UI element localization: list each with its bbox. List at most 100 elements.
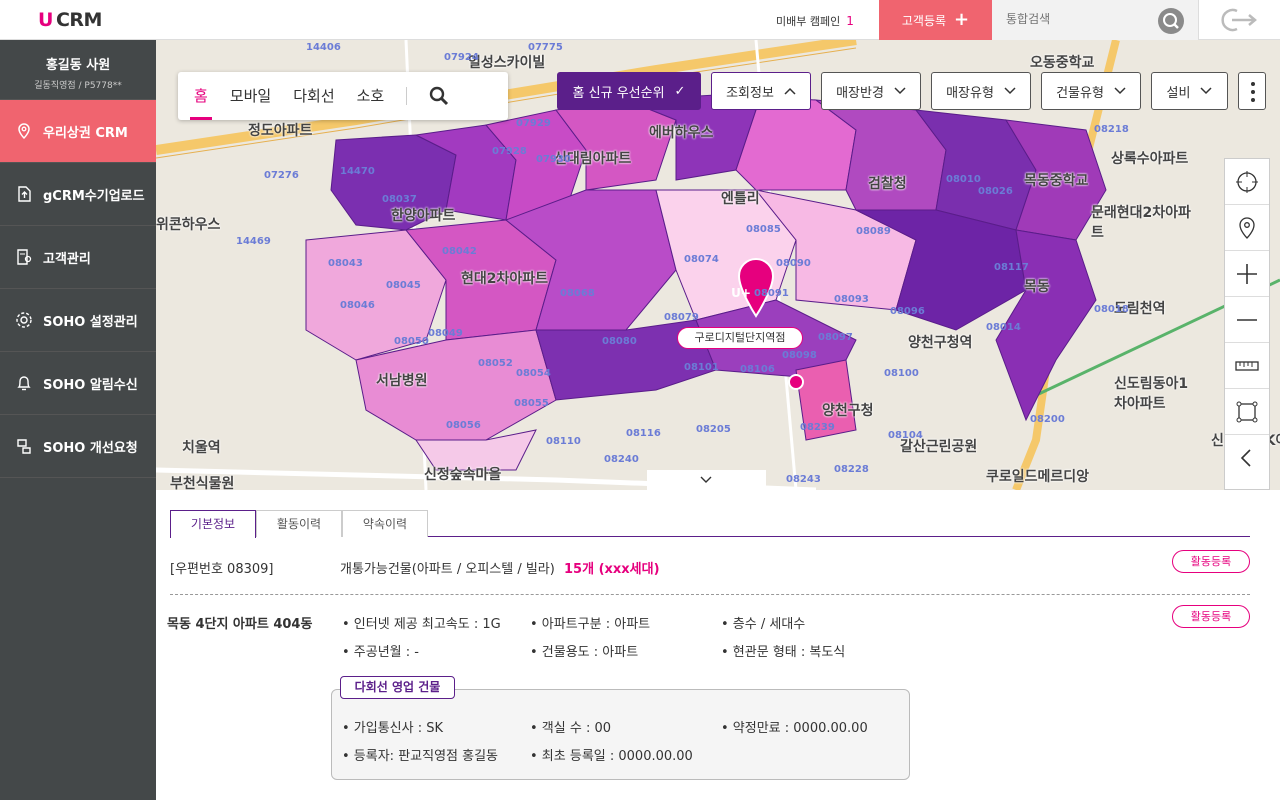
postal-code-label: 08091	[754, 288, 789, 299]
postal-code-label: 08218	[1094, 124, 1129, 135]
customer-doc-icon	[14, 247, 34, 267]
plus-icon	[1237, 263, 1257, 284]
more-options-button[interactable]	[1238, 72, 1266, 110]
search-icon	[430, 86, 449, 106]
marker-button[interactable]	[1225, 205, 1269, 251]
postal-code-label: 08200	[1030, 414, 1065, 425]
postal-code-label: 08056	[446, 420, 481, 431]
detail-entrance-type: • 현관문 형태 : 복도식	[721, 645, 846, 660]
minus-icon	[1237, 318, 1257, 321]
chevron-left-icon	[1240, 449, 1251, 467]
bell-icon	[14, 373, 34, 393]
map-place-label: 문래현대2차아파트	[1091, 205, 1191, 241]
postal-code-label: 08104	[888, 430, 923, 441]
tab-mobile[interactable]: 모바일	[230, 72, 271, 120]
store-type-dropdown[interactable]: 매장유형	[931, 72, 1031, 110]
chevron-down-icon	[700, 476, 712, 483]
activity-register-button[interactable]: 활동등록	[1172, 550, 1250, 573]
postal-code-label: 07276	[264, 170, 299, 181]
sidebar-item-area-crm[interactable]: 우리상권 CRM	[0, 100, 156, 163]
map-view[interactable]: 정도아파트 일성스카이빌 신대림아파트 에버하우스 엔틀리 한양아파트 현대2차…	[156, 40, 1280, 490]
map-search-button[interactable]	[427, 84, 451, 108]
ruler-icon	[1235, 360, 1259, 371]
equipment-dropdown[interactable]: 설비	[1151, 72, 1228, 110]
logo-text: CRM	[55, 9, 102, 31]
global-search-input[interactable]	[1006, 12, 1156, 26]
unassigned-campaign-link[interactable]: 미배부 캠페인 1	[776, 13, 854, 29]
postal-code-label: 08100	[884, 368, 919, 379]
postal-code-label: 08045	[386, 280, 421, 291]
tab-appointment-history[interactable]: 약속이력	[342, 510, 428, 537]
sidebar-item-soho-settings[interactable]: SOHO 설정관리	[0, 289, 156, 352]
postal-code-label: 14406	[306, 42, 341, 53]
location-pin-icon	[1239, 216, 1255, 239]
map-place-label: 부천식물원	[170, 476, 235, 490]
map-tool-strip	[1224, 158, 1270, 490]
tab-home[interactable]: 홈	[190, 72, 212, 120]
logout-button[interactable]	[1198, 0, 1280, 40]
current-location-button[interactable]	[1225, 159, 1269, 205]
postal-code-label: 08046	[340, 300, 375, 311]
postal-code-label: 08054	[516, 368, 551, 379]
collapse-panel-button[interactable]	[647, 470, 766, 490]
sidebar-item-label: SOHO 알림수신	[43, 377, 138, 393]
building-type-dropdown[interactable]: 건물유형	[1041, 72, 1141, 110]
detail-building-use: • 건물용도 : 아파트	[530, 645, 639, 660]
equipment-label: 설비	[1166, 85, 1191, 101]
store-marker-label: U+	[731, 286, 751, 300]
measure-distance-button[interactable]	[1225, 343, 1269, 389]
measure-area-button[interactable]	[1225, 389, 1269, 435]
logout-icon	[1221, 8, 1257, 32]
zoom-out-button[interactable]	[1225, 297, 1269, 343]
detail-tab-bar: 기본정보 활동이력 약속이력	[170, 510, 1250, 538]
sidebar-item-gcrm-upload[interactable]: gCRM수기업로드	[0, 163, 156, 226]
postal-code-label: 08110	[546, 436, 581, 447]
upload-file-icon	[14, 184, 34, 204]
map-tab-bar: 홈 모바일 다회선 소호	[178, 72, 508, 120]
store-name-label[interactable]: 구로디지털단지역점	[677, 327, 803, 349]
register-customer-button[interactable]: 고객등록 +	[879, 0, 992, 40]
postal-code-label: 08055	[514, 398, 549, 409]
zoom-in-button[interactable]	[1225, 251, 1269, 297]
section-divider	[170, 594, 1250, 595]
detail-internet-speed: • 인터넷 제공 최고속도 : 1G	[342, 617, 501, 632]
postal-code-label: 08089	[856, 226, 891, 237]
lookup-info-dropdown[interactable]: 조회정보	[711, 72, 811, 110]
sidebar-item-customer[interactable]: 고객관리	[0, 226, 156, 289]
postal-code-label: 07775	[528, 42, 563, 53]
tab-multiline[interactable]: 다회선	[293, 72, 334, 120]
tab-activity-history[interactable]: 활동이력	[256, 510, 342, 537]
sidebar-item-label: SOHO 개선요청	[43, 440, 138, 456]
detail-panel: 기본정보 활동이력 약속이력 [우편번호 08309] 개통가능건물(아파트 /…	[156, 490, 1280, 800]
multiline-registrant: • 등록자: 판교직영점 홍길동	[342, 749, 499, 764]
tab-soho[interactable]: 소호	[357, 72, 385, 120]
tab-basic-info[interactable]: 기본정보	[170, 510, 256, 538]
postal-code-label: 08116	[626, 428, 661, 439]
map-place-label: 현대2차아파트	[461, 271, 549, 287]
chevron-down-icon	[1114, 87, 1126, 95]
sidebar-item-soho-alerts[interactable]: SOHO 알림수신	[0, 352, 156, 415]
chevron-up-icon	[784, 87, 796, 95]
postal-code-label: 08243	[786, 474, 821, 485]
collapse-tools-button[interactable]	[1225, 435, 1269, 481]
location-pin-icon	[14, 121, 34, 141]
store-radius-dropdown[interactable]: 매장반경	[821, 72, 921, 110]
sidebar-item-soho-requests[interactable]: SOHO 개선요청	[0, 415, 156, 478]
map-place-label: 검찰청	[868, 176, 907, 192]
map-place-label: 상록수아파트	[1111, 151, 1189, 167]
map-place-label: 한양아파트	[391, 208, 456, 224]
multiline-contract-end: • 약정만료 : 0000.00.00	[721, 721, 868, 736]
available-buildings-label: 개통가능건물(아파트 / 오피스텔 / 빌라)	[340, 562, 555, 577]
app-logo[interactable]: U CRM	[38, 9, 102, 31]
location-dot	[788, 374, 804, 390]
postal-code-label: 08068	[560, 288, 595, 299]
multiline-tag: 다회선 영업 건물	[340, 676, 455, 699]
campaign-count: 1	[846, 14, 854, 28]
home-new-priority-button[interactable]: 홈 신규 우선순위 ✓	[557, 72, 701, 110]
search-button[interactable]	[1158, 8, 1184, 34]
multiline-first-registered: • 최초 등록일 : 0000.00.00	[530, 749, 693, 764]
request-icon	[14, 436, 34, 456]
sidebar-item-label: 우리상권 CRM	[43, 125, 128, 141]
activity-register-button[interactable]: 활동등록	[1172, 605, 1250, 628]
postal-code-label: 08228	[834, 464, 869, 475]
